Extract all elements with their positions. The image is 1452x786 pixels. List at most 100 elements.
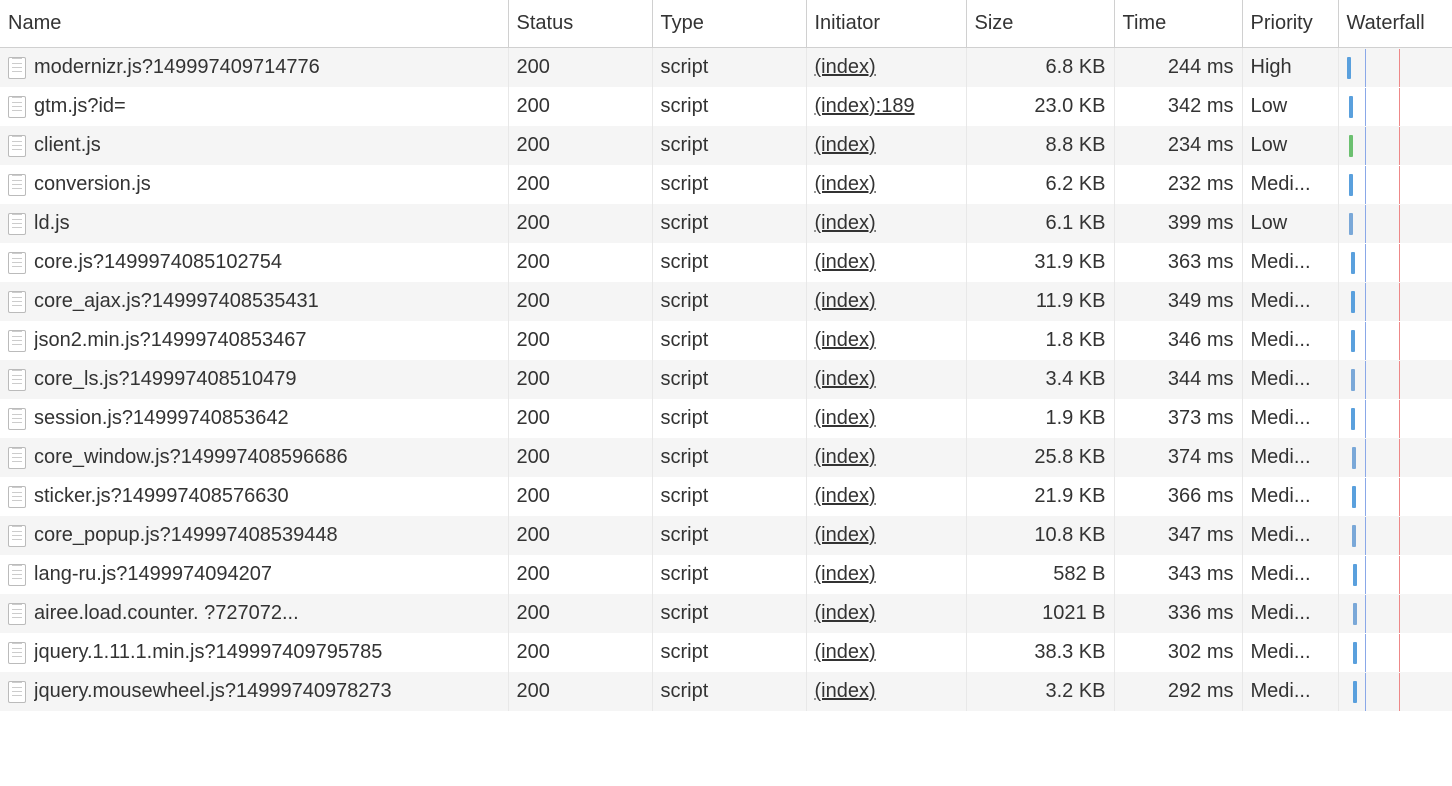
initiator-link[interactable]: (index) <box>815 563 876 585</box>
initiator-link[interactable]: (index) <box>815 641 876 663</box>
cell-status: 200 <box>508 594 652 633</box>
cell-type: script <box>652 243 806 282</box>
cell-size: 3.4 KB <box>966 360 1114 399</box>
cell-name[interactable]: ld.js <box>0 204 508 243</box>
initiator-link[interactable]: (index) <box>815 602 876 624</box>
cell-priority: Medi... <box>1242 399 1338 438</box>
waterfall-load-line <box>1399 517 1400 555</box>
cell-type: script <box>652 633 806 672</box>
table-row[interactable]: core_window.js?149997408596686200script(… <box>0 438 1452 477</box>
column-header-type[interactable]: Type <box>652 0 806 48</box>
file-name: lang-ru.js?1499974094207 <box>34 563 272 586</box>
initiator-link[interactable]: (index) <box>815 173 876 195</box>
table-row[interactable]: ld.js200script(index)6.1 KB399 msLow <box>0 204 1452 243</box>
initiator-link[interactable]: (index) <box>815 680 876 702</box>
cell-time: 344 ms <box>1114 360 1242 399</box>
waterfall-domcontent-line <box>1365 49 1366 87</box>
cell-priority: Medi... <box>1242 555 1338 594</box>
table-row[interactable]: sticker.js?149997408576630200script(inde… <box>0 477 1452 516</box>
cell-status: 200 <box>508 165 652 204</box>
table-row[interactable]: conversion.js200script(index)6.2 KB232 m… <box>0 165 1452 204</box>
cell-initiator: (index) <box>806 165 966 204</box>
table-row[interactable]: lang-ru.js?1499974094207200script(index)… <box>0 555 1452 594</box>
table-header: Name Status Type Initiator Size Time Pri… <box>0 0 1452 48</box>
initiator-link[interactable]: (index) <box>815 290 876 312</box>
cell-waterfall <box>1338 282 1452 321</box>
cell-priority: Medi... <box>1242 243 1338 282</box>
waterfall-bar <box>1353 681 1357 703</box>
column-header-priority[interactable]: Priority <box>1242 0 1338 48</box>
column-header-name[interactable]: Name <box>0 0 508 48</box>
initiator-link[interactable]: (index) <box>815 524 876 546</box>
initiator-link[interactable]: (index) <box>815 134 876 156</box>
initiator-link[interactable]: (index) <box>815 212 876 234</box>
cell-time: 373 ms <box>1114 399 1242 438</box>
cell-name[interactable]: jquery.1.11.1.min.js?149997409795785 <box>0 633 508 672</box>
table-row[interactable]: core_popup.js?149997408539448200script(i… <box>0 516 1452 555</box>
waterfall-bar <box>1353 642 1357 664</box>
table-row[interactable]: jquery.mousewheel.js?14999740978273200sc… <box>0 672 1452 711</box>
cell-size: 3.2 KB <box>966 672 1114 711</box>
cell-name[interactable]: core_ajax.js?149997408535431 <box>0 282 508 321</box>
waterfall-bar <box>1352 525 1356 547</box>
cell-status: 200 <box>508 438 652 477</box>
cell-waterfall <box>1338 555 1452 594</box>
table-row[interactable]: client.js200script(index)8.8 KB234 msLow <box>0 126 1452 165</box>
cell-name[interactable]: conversion.js <box>0 165 508 204</box>
cell-time: 349 ms <box>1114 282 1242 321</box>
table-row[interactable]: gtm.js?id=200script(index):18923.0 KB342… <box>0 87 1452 126</box>
cell-name[interactable]: modernizr.js?149997409714776 <box>0 48 508 88</box>
file-name: core.js?1499974085102754 <box>34 251 282 274</box>
cell-name[interactable]: core.js?1499974085102754 <box>0 243 508 282</box>
cell-type: script <box>652 87 806 126</box>
initiator-link[interactable]: (index) <box>815 329 876 351</box>
initiator-link[interactable]: (index) <box>815 446 876 468</box>
initiator-link[interactable]: (index) <box>815 368 876 390</box>
table-row[interactable]: core.js?1499974085102754200script(index)… <box>0 243 1452 282</box>
file-name: ld.js <box>34 212 70 235</box>
table-row[interactable]: airee.load.counter. ?727072...200script (… <box>0 594 1452 633</box>
file-name: core_ls.js?149997408510479 <box>34 368 296 391</box>
cell-time: 399 ms <box>1114 204 1242 243</box>
table-row[interactable]: jquery.1.11.1.min.js?149997409795785200s… <box>0 633 1452 672</box>
cell-priority: Medi... <box>1242 633 1338 672</box>
cell-name[interactable]: gtm.js?id= <box>0 87 508 126</box>
file-icon <box>8 135 26 157</box>
column-header-waterfall[interactable]: Waterfall <box>1338 0 1452 48</box>
column-header-time[interactable]: Time <box>1114 0 1242 48</box>
cell-size: 31.9 KB <box>966 243 1114 282</box>
cell-type: script <box>652 204 806 243</box>
waterfall-bar <box>1352 486 1356 508</box>
initiator-link[interactable]: (index) <box>815 407 876 429</box>
table-row[interactable]: json2.min.js?14999740853467200script(ind… <box>0 321 1452 360</box>
cell-name[interactable]: airee.load.counter. ?727072... <box>0 594 508 633</box>
waterfall-bar <box>1352 447 1356 469</box>
table-row[interactable]: core_ls.js?149997408510479200script(inde… <box>0 360 1452 399</box>
waterfall-domcontent-line <box>1365 400 1366 438</box>
file-name: core_ajax.js?149997408535431 <box>34 290 319 313</box>
file-name: sticker.js?149997408576630 <box>34 485 289 508</box>
waterfall-bar <box>1351 369 1355 391</box>
cell-name[interactable]: core_window.js?149997408596686 <box>0 438 508 477</box>
initiator-link[interactable]: (index) <box>815 485 876 507</box>
initiator-link[interactable]: (index) <box>815 251 876 273</box>
cell-name[interactable]: session.js?14999740853642 <box>0 399 508 438</box>
cell-name[interactable]: lang-ru.js?1499974094207 <box>0 555 508 594</box>
table-row[interactable]: core_ajax.js?149997408535431200script(in… <box>0 282 1452 321</box>
initiator-link[interactable]: (index) <box>815 56 876 78</box>
cell-name[interactable]: client.js <box>0 126 508 165</box>
cell-type: script <box>652 594 806 633</box>
table-row[interactable]: modernizr.js?149997409714776200script(in… <box>0 48 1452 88</box>
cell-name[interactable]: core_popup.js?149997408539448 <box>0 516 508 555</box>
table-row[interactable]: session.js?14999740853642200script(index… <box>0 399 1452 438</box>
column-header-status[interactable]: Status <box>508 0 652 48</box>
cell-initiator: (index) <box>806 48 966 88</box>
initiator-link[interactable]: (index):189 <box>815 95 915 117</box>
cell-name[interactable]: core_ls.js?149997408510479 <box>0 360 508 399</box>
cell-name[interactable]: sticker.js?149997408576630 <box>0 477 508 516</box>
column-header-initiator[interactable]: Initiator <box>806 0 966 48</box>
cell-status: 200 <box>508 672 652 711</box>
cell-name[interactable]: json2.min.js?14999740853467 <box>0 321 508 360</box>
column-header-size[interactable]: Size <box>966 0 1114 48</box>
cell-name[interactable]: jquery.mousewheel.js?14999740978273 <box>0 672 508 711</box>
